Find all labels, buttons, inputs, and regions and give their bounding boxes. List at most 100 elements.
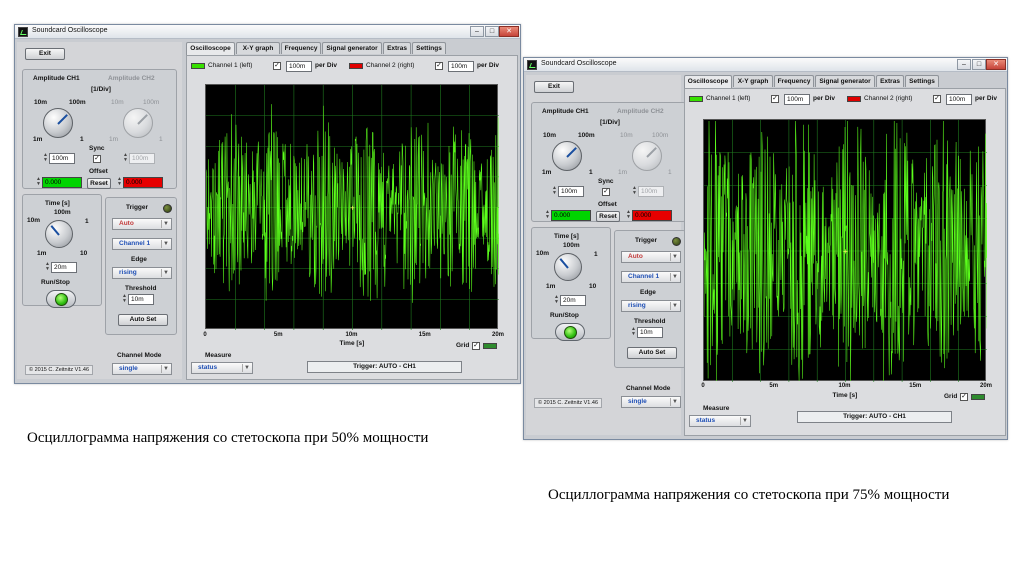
time-scale-high: 100m	[563, 242, 580, 249]
tab-oscilloscope[interactable]: Oscilloscope	[186, 42, 235, 55]
maximize-icon[interactable]: □	[485, 26, 499, 37]
edge-select[interactable]: rising ▼	[621, 300, 681, 312]
copyright-text: © 2015 C. Zeitnitz V1.46	[25, 365, 94, 375]
ch1-enable-checkbox[interactable]: ✓	[273, 62, 281, 70]
ch2-per-div-field[interactable]: 100m	[946, 94, 972, 105]
auto-set-button[interactable]: Auto Set	[627, 347, 677, 359]
reset-button[interactable]: Reset	[596, 211, 620, 222]
ch2-offset-spin-icon[interactable]: ▲ ▼	[117, 177, 122, 188]
tab-settings[interactable]: Settings	[905, 75, 939, 87]
sync-checkbox[interactable]: ✓	[93, 155, 101, 163]
close-icon[interactable]: ✕	[986, 59, 1006, 70]
grid-label: Grid	[456, 342, 470, 349]
trigger-channel-select[interactable]: Channel 1 ▼	[112, 238, 172, 250]
run-stop-button[interactable]	[555, 323, 585, 341]
ch2-amplitude-field[interactable]: 100m	[129, 153, 155, 164]
ch2-amplitude-spin-icon[interactable]: ▲ ▼	[632, 186, 637, 197]
trigger-mode-select[interactable]: Auto ▼	[112, 218, 172, 230]
chevron-down-icon: ▼	[670, 273, 679, 281]
trigger-channel-select[interactable]: Channel 1 ▼	[621, 271, 681, 283]
ch2-amplitude-spin-icon[interactable]: ▲ ▼	[123, 153, 128, 164]
ch1-offset-field[interactable]: 0.000	[551, 210, 591, 221]
tab-x-y-graph[interactable]: X-Y graph	[236, 42, 280, 54]
threshold-field[interactable]: 10m	[637, 327, 663, 338]
grid-checkbox[interactable]: ✓	[472, 342, 480, 350]
threshold-spin-icon[interactable]: ▲ ▼	[122, 294, 127, 305]
ch1-amplitude-knob[interactable]	[552, 141, 582, 171]
ch1-amplitude-spin-icon[interactable]: ▲ ▼	[552, 186, 557, 197]
ch1-enable-checkbox[interactable]: ✓	[771, 95, 779, 103]
threshold-field[interactable]: 10m	[128, 294, 154, 305]
time-spin-icon[interactable]: ▲ ▼	[45, 262, 50, 273]
time-knob[interactable]	[45, 220, 73, 248]
time-field[interactable]: 20m	[51, 262, 77, 273]
ch1-amplitude-field[interactable]: 100m	[49, 153, 75, 164]
time-label: Time [s]	[554, 233, 579, 240]
copyright-text: © 2015 C. Zeitnitz V1.46	[534, 398, 603, 408]
chevron-down-icon: ▼	[242, 364, 251, 372]
time-spin-icon[interactable]: ▲ ▼	[554, 295, 559, 306]
tab-frequency[interactable]: Frequency	[281, 42, 321, 54]
tab-extras[interactable]: Extras	[383, 42, 411, 54]
reset-button[interactable]: Reset	[87, 178, 111, 189]
ch2-amplitude-knob[interactable]	[123, 108, 153, 138]
auto-set-button[interactable]: Auto Set	[118, 314, 168, 326]
tab-settings[interactable]: Settings	[412, 42, 446, 54]
channel-mode-select[interactable]: single ▼	[621, 396, 681, 408]
measure-select[interactable]: status ▼	[689, 415, 751, 427]
ch1-amplitude-field[interactable]: 100m	[558, 186, 584, 197]
minimize-icon[interactable]: –	[470, 26, 484, 37]
sync-checkbox[interactable]: ✓	[602, 188, 610, 196]
ch1-per-div-field[interactable]: 100m	[286, 61, 312, 72]
ch2-per-div-field[interactable]: 100m	[448, 61, 474, 72]
maximize-icon[interactable]: □	[972, 59, 986, 70]
ch1-amplitude-spin-icon[interactable]: ▲ ▼	[43, 153, 48, 164]
amplitude-ch2-label: Amplitude CH2	[617, 108, 664, 115]
ch1-offset-spin-icon[interactable]: ▲ ▼	[545, 210, 550, 221]
minimize-icon[interactable]: –	[957, 59, 971, 70]
ch2-offset-field[interactable]: 0.000	[632, 210, 672, 221]
threshold-spin-icon[interactable]: ▲ ▼	[631, 327, 636, 338]
tab-signal-generator[interactable]: Signal generator	[322, 42, 382, 54]
ch2-amplitude-field[interactable]: 100m	[638, 186, 664, 197]
time-field[interactable]: 20m	[560, 295, 586, 306]
tab-extras[interactable]: Extras	[876, 75, 904, 87]
scope-plot[interactable]: +	[703, 119, 987, 382]
time-scale-low: 1m	[37, 250, 47, 257]
measure-select[interactable]: status ▼	[191, 362, 253, 374]
offset-label: Offset	[89, 168, 108, 175]
trigger-led-icon	[163, 204, 172, 213]
run-stop-button[interactable]	[46, 290, 76, 308]
exit-button[interactable]: Exit	[25, 48, 65, 60]
threshold-label: Threshold	[634, 318, 666, 325]
ch1-per-div-field[interactable]: 100m	[784, 94, 810, 105]
time-scale-min: 10	[589, 283, 597, 290]
trigger-mode-select[interactable]: Auto ▼	[621, 251, 681, 263]
ch2-offset-spin-icon[interactable]: ▲ ▼	[626, 210, 631, 221]
chevron-down-icon: ▼	[161, 220, 170, 228]
time-scale-max: 1	[594, 251, 598, 258]
x-tick-label: 5m	[273, 332, 283, 338]
ch1-scale-high: 100m	[69, 99, 86, 106]
offset-label: Offset	[598, 201, 617, 208]
tab-frequency[interactable]: Frequency	[774, 75, 814, 87]
exit-button[interactable]: Exit	[534, 81, 574, 93]
ch1-offset-spin-icon[interactable]: ▲ ▼	[36, 177, 41, 188]
ch1-offset-field[interactable]: 0.000	[42, 177, 82, 188]
ch2-enable-checkbox[interactable]: ✓	[435, 62, 443, 70]
tab-x-y-graph[interactable]: X-Y graph	[733, 75, 773, 87]
ch1-amplitude-knob[interactable]	[43, 108, 73, 138]
tab-signal-generator[interactable]: Signal generator	[815, 75, 875, 87]
time-knob[interactable]	[554, 253, 582, 281]
channel-mode-select[interactable]: single ▼	[112, 363, 172, 375]
ch2-offset-field[interactable]: 0.000	[123, 177, 163, 188]
title-bar[interactable]: Soundcard Oscilloscope – □ ✕	[15, 25, 520, 39]
ch2-enable-checkbox[interactable]: ✓	[933, 95, 941, 103]
title-bar[interactable]: Soundcard Oscilloscope – □ ✕	[524, 58, 1007, 72]
edge-select[interactable]: rising ▼	[112, 267, 172, 279]
tab-oscilloscope[interactable]: Oscilloscope	[684, 75, 732, 88]
ch2-amplitude-knob[interactable]	[632, 141, 662, 171]
grid-checkbox[interactable]: ✓	[960, 393, 968, 401]
scope-plot[interactable]: +	[205, 84, 499, 330]
close-icon[interactable]: ✕	[499, 26, 519, 37]
